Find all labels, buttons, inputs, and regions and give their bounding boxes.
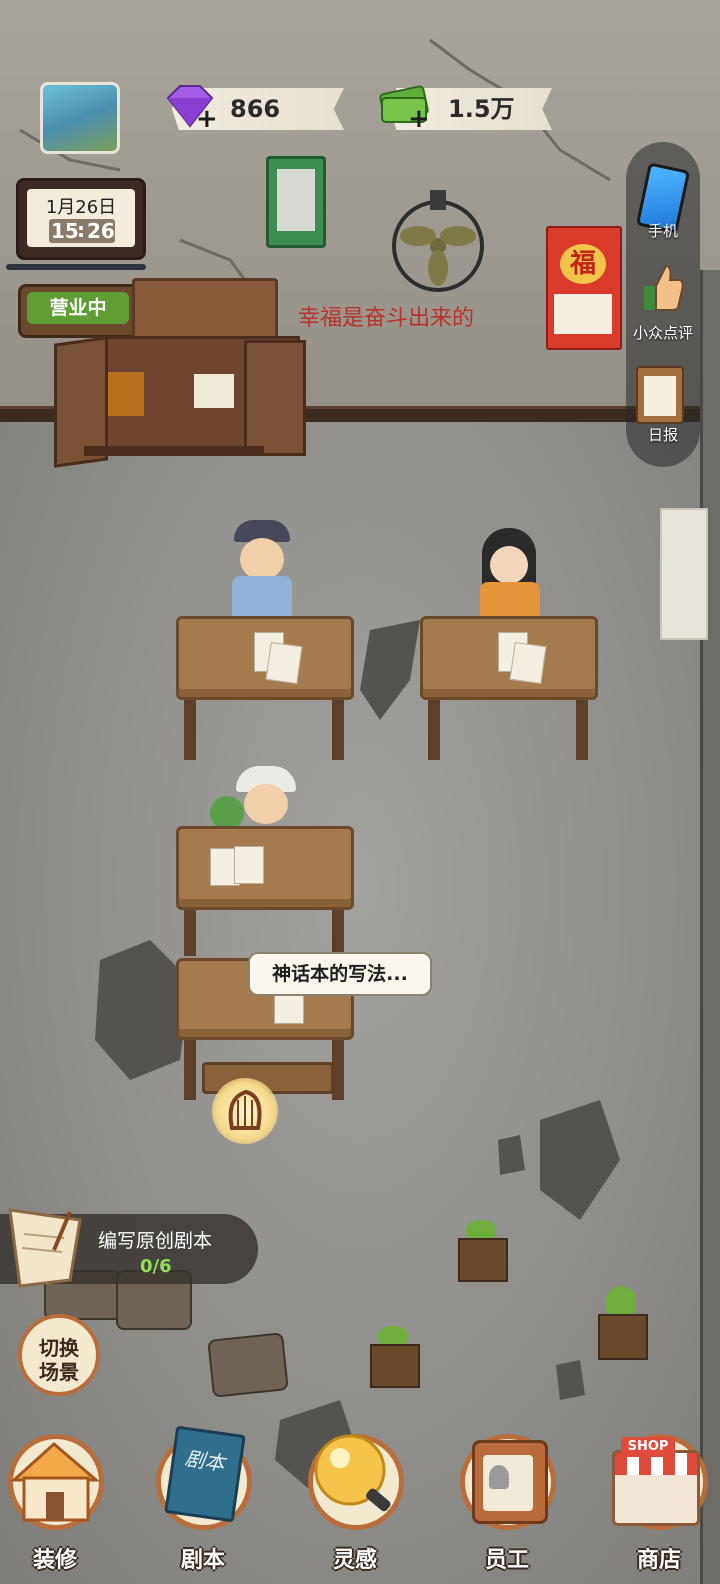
potted-plant-3 <box>598 1286 648 1360</box>
nav-staff-label: 员工 <box>484 1548 529 1573</box>
shop-icon: SHOP <box>612 1437 700 1526</box>
nav-staff[interactable]: 员工 <box>454 1430 564 1580</box>
scroll-quill-icon <box>8 1208 82 1288</box>
house-icon <box>10 1442 101 1522</box>
clipboard-icon <box>636 366 684 424</box>
nav-shop[interactable]: SHOP 商店 <box>606 1430 716 1580</box>
switch-scene-button[interactable]: 切换 场景 <box>18 1314 100 1396</box>
writer-1[interactable] <box>234 520 290 580</box>
task-title: 编写原创剧本 <box>98 1230 213 1252</box>
calendar-date: 1月26日 <box>45 197 117 218</box>
potted-plant-2 <box>370 1326 420 1388</box>
add-money-button[interactable]: + <box>408 104 430 134</box>
bookshelf-cabinet[interactable] <box>54 278 306 470</box>
writer-desk-3[interactable] <box>176 756 354 956</box>
phone-label: 手机 <box>647 222 678 240</box>
rock-3 <box>207 1332 289 1398</box>
clock-minute: 26 <box>87 219 115 243</box>
writer-desk-2[interactable] <box>420 520 598 766</box>
daily-report-button[interactable]: 日报 <box>626 356 700 444</box>
potted-plant-1 <box>458 1220 508 1282</box>
nav-script[interactable]: 剧本 剧本 <box>150 1425 260 1580</box>
switch-scene-line2: 场景 <box>39 1360 79 1384</box>
nav-decorate-label: 装修 <box>32 1548 77 1573</box>
harp-icon <box>228 1089 262 1130</box>
staff-badge-icon <box>472 1440 548 1524</box>
nav-decorate[interactable]: 装修 <box>4 1430 114 1580</box>
reviews-button[interactable]: 小众点评 <box>626 258 700 344</box>
writer-desk-1[interactable] <box>176 520 354 766</box>
wall-slogan: 幸福是奋斗出来的 <box>298 306 475 331</box>
shop-sign-text: SHOP <box>621 1437 675 1457</box>
calendar-clock[interactable]: 1月26日 15 : 26 <box>16 178 146 260</box>
script-book-text: 剧本 <box>183 1446 227 1476</box>
nav-shop-label: 商店 <box>636 1548 681 1573</box>
nav-inspiration[interactable]: 灵感 <box>300 1430 410 1580</box>
writer-3[interactable] <box>236 756 296 828</box>
nav-script-label: 剧本 <box>180 1548 225 1573</box>
wall-window <box>660 508 708 640</box>
frog-plush <box>210 796 244 830</box>
daily-report-label: 日报 <box>647 426 678 444</box>
wall-map-poster <box>266 156 326 248</box>
script-book-icon: 剧本 <box>164 1425 246 1523</box>
lightbulb-icon <box>314 1434 391 1512</box>
inspiration-harp-button[interactable] <box>212 1078 278 1144</box>
speech-bubble: 神话本的写法... <box>248 952 432 996</box>
sign-bracket <box>6 264 146 270</box>
reviews-label: 小众点评 <box>632 324 693 342</box>
phone-button[interactable]: 手机 <box>626 158 700 244</box>
fu-wall-calendar: 福 <box>546 226 622 350</box>
gem-amount: 866 <box>230 95 281 123</box>
nav-inspiration-label: 灵感 <box>332 1548 377 1573</box>
task-progress: 0/6 <box>140 1256 172 1277</box>
thumbs-up-icon <box>644 264 684 311</box>
fu-character: 福 <box>560 244 606 284</box>
money-amount: 1.5万 <box>448 95 515 123</box>
wall-fan <box>392 190 484 292</box>
clock-hour: 15 <box>51 219 79 243</box>
location-thumbnail-button[interactable] <box>40 82 120 154</box>
add-gems-button[interactable]: + <box>196 104 218 134</box>
clock-colon: : <box>77 218 85 242</box>
